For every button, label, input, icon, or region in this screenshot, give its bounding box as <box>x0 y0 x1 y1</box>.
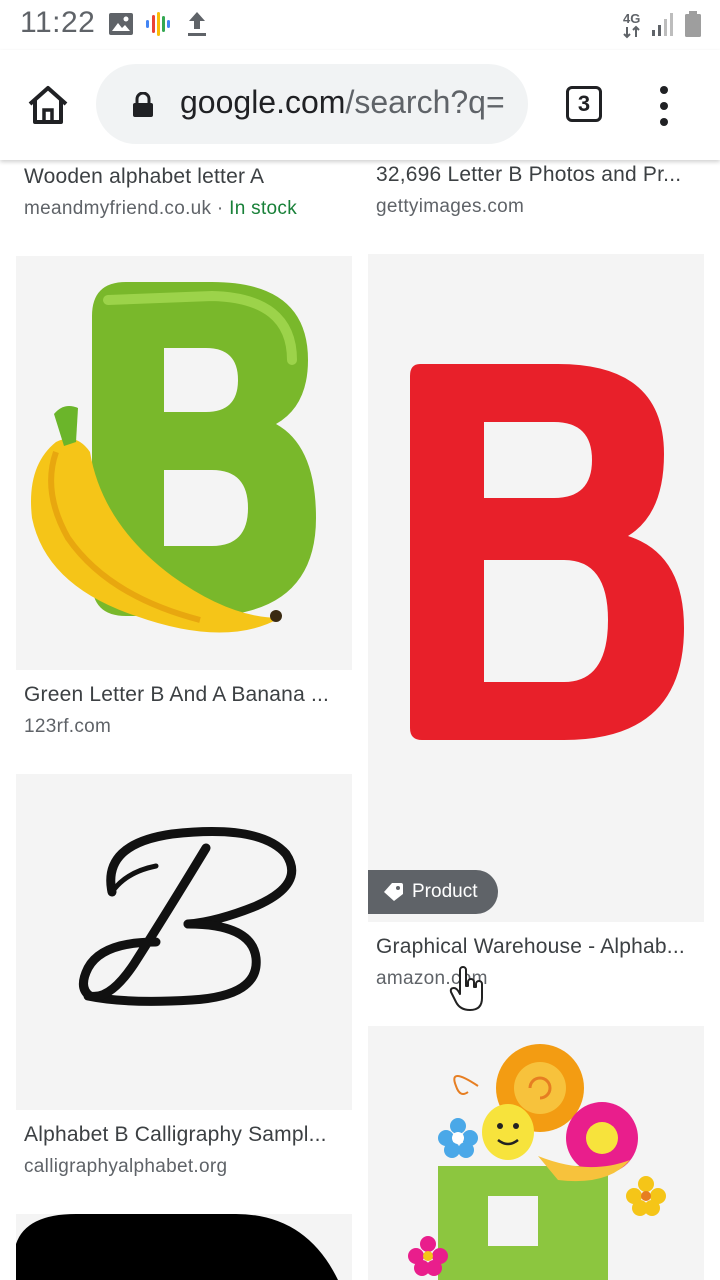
url-path: /search?q= <box>345 84 505 120</box>
product-badge: Product <box>368 870 498 914</box>
svg-text:4G: 4G <box>623 11 640 26</box>
network-4g-icon: 4G <box>622 10 646 45</box>
result-title[interactable]: Graphical Warehouse - Alphab... <box>376 935 698 959</box>
gallery-icon <box>108 12 134 41</box>
result-source: calligraphyalphabet.org <box>24 1156 228 1177</box>
url-text: google.com/search?q= <box>180 84 510 121</box>
signal-icon <box>650 12 676 43</box>
result-image-cartoon-b[interactable] <box>368 1026 704 1280</box>
status-time: 11:22 <box>20 6 96 39</box>
address-bar[interactable]: google.com/search?q= <box>96 64 528 144</box>
result-title[interactable]: Wooden alphabet letter A <box>24 165 344 189</box>
result-title[interactable]: Green Letter B And A Banana ... <box>24 683 346 707</box>
home-button[interactable] <box>22 80 74 132</box>
tab-switcher-button[interactable]: 3 <box>566 86 602 122</box>
google-assistant-icon <box>144 10 172 43</box>
source-domain: meandmyfriend.co.uk <box>24 198 212 219</box>
url-domain: google.com <box>180 84 346 120</box>
result-source: meandmyfriend.co.uk · In stock <box>24 198 297 220</box>
stock-status: In stock <box>229 198 298 219</box>
result-source: 123rf.com <box>24 716 112 737</box>
result-image-black-shape[interactable] <box>16 1214 352 1280</box>
result-image-calligraphy-b[interactable] <box>16 774 352 1110</box>
badge-label: Product <box>412 881 478 902</box>
source-separator: · <box>211 198 230 219</box>
hand-cursor-icon <box>448 966 488 1014</box>
result-source: gettyimages.com <box>376 196 525 217</box>
more-options-icon[interactable] <box>650 84 678 128</box>
status-bar: 11:22 4G <box>0 0 720 50</box>
browser-toolbar: google.com/search?q= 3 <box>0 50 720 160</box>
lock-icon <box>132 91 154 123</box>
upload-icon <box>186 10 208 43</box>
result-image-red-b[interactable] <box>368 254 704 922</box>
result-title[interactable]: Alphabet B Calligraphy Sampl... <box>24 1123 346 1147</box>
battery-icon <box>684 10 702 43</box>
tag-icon <box>382 882 404 908</box>
result-title[interactable]: 32,696 Letter B Photos and Pr... <box>376 163 696 187</box>
result-image-green-b-banana[interactable] <box>16 256 352 670</box>
